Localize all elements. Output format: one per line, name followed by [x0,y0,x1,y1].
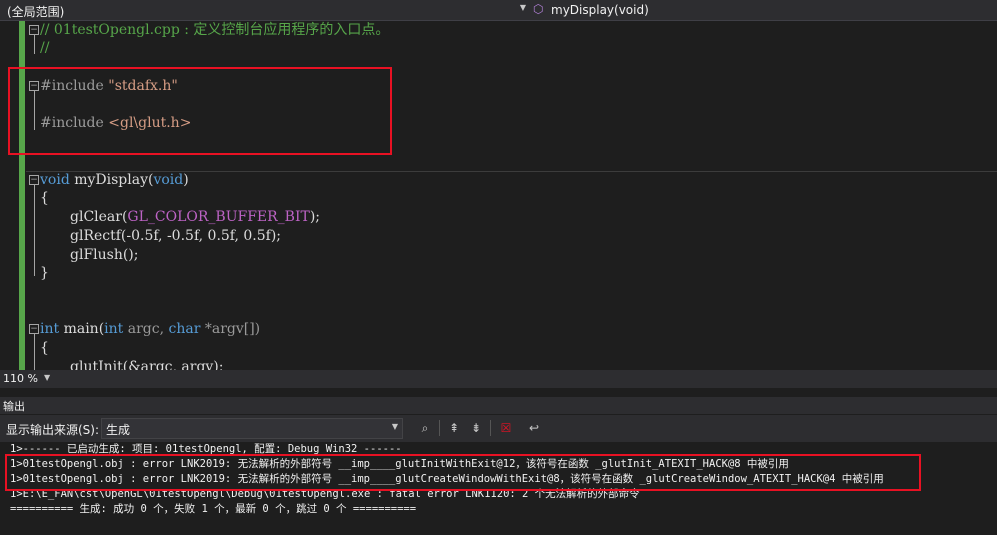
keyword: int [40,321,60,337]
function-call: glutInit(&argc, argv); [70,359,224,370]
output-source-value: 生成 [106,423,131,437]
macro-constant: GL_COLOR_BUFFER_BIT [127,209,310,225]
member-value: myDisplay(void) [551,3,649,17]
code-line: } [0,264,997,283]
output-source-select[interactable]: 生成 ▼ [101,418,403,439]
code-line: glFlush(); [0,246,997,265]
code-line: { [0,189,997,208]
highlight-box [8,67,392,155]
zoom-level[interactable]: 110 % [3,372,38,385]
function-call: glFlush(); [70,247,139,263]
keyword: char [168,321,201,337]
function-call: glRectf(-0.5f, -0.5f, 0.5f, 0.5f); [70,228,282,244]
output-text-area[interactable]: 1>------ 已启动生成: 项目: 01testOpengl, 配置: De… [0,442,997,535]
source-label: 显示输出来源(S): [6,423,100,437]
parameter: argc, [123,321,169,337]
word-wrap-icon[interactable]: ↩ [526,420,542,436]
function-name: myDisplay( [69,172,154,188]
brace: { [40,340,49,356]
code-line: glutInit(&argc, argv); [0,358,997,370]
method-cube-icon: ⬡ [533,2,544,16]
editor-status-bar: 110 % ▼ [0,370,997,388]
scope-dropdown[interactable]: (全局范围) ▼ [0,0,528,20]
punctuation: ) [183,172,189,188]
previous-message-icon[interactable]: ⇞ [446,420,462,436]
comment-text: // 01testOpengl.cpp : 定义控制台应用程序的入口点。 [40,22,390,38]
code-line: glRectf(-0.5f, -0.5f, 0.5f, 0.5f); [0,227,997,246]
function-call: glClear( [70,209,128,225]
find-message-icon[interactable]: ⌕ [417,420,433,436]
code-line: // [0,39,997,58]
navigation-bar: (全局范围) ▼ ⬡ myDisplay(void) [0,0,997,21]
keyword: int [104,321,124,337]
keyword: void [40,172,70,188]
code-line: − // 01testOpengl.cpp : 定义控制台应用程序的入口点。 [0,21,997,40]
member-dropdown[interactable]: ⬡ myDisplay(void) [530,0,997,20]
output-title: 输出 [3,400,25,413]
toolbar-separator [490,420,491,436]
code-line: − void myDisplay(void) [0,171,997,190]
chevron-down-icon: ▼ [519,3,526,12]
chevron-down-icon: ▼ [391,422,398,431]
function-name: main( [59,321,105,337]
highlight-box [5,454,921,491]
punctuation: ); [309,209,321,225]
comment-text: // [40,40,50,56]
clear-all-icon[interactable]: ☒ [498,420,514,436]
code-line: glClear(GL_COLOR_BUFFER_BIT); [0,208,997,227]
output-toolbar: 显示输出来源(S): 生成 ▼ ⌕ ⇞ ⇟ ☒ ↩ [0,415,997,442]
chevron-down-icon[interactable]: ▼ [44,373,50,382]
output-panel-header: 输出 [0,397,997,414]
brace: { [40,190,49,206]
next-message-icon[interactable]: ⇟ [468,420,484,436]
parameter: *argv[]) [200,321,261,337]
code-line: − int main(int argc, char *argv[]) [0,320,997,339]
keyword: void [153,172,184,188]
code-line: { [0,339,997,358]
code-editor[interactable]: − // 01testOpengl.cpp : 定义控制台应用程序的入口点。 /… [0,21,997,370]
output-line: ========== 生成: 成功 0 个，失败 1 个，最新 0 个，跳过 0… [10,503,417,515]
toolbar-separator [439,420,440,436]
scope-value: (全局范围) [7,5,65,19]
brace: } [40,265,49,281]
